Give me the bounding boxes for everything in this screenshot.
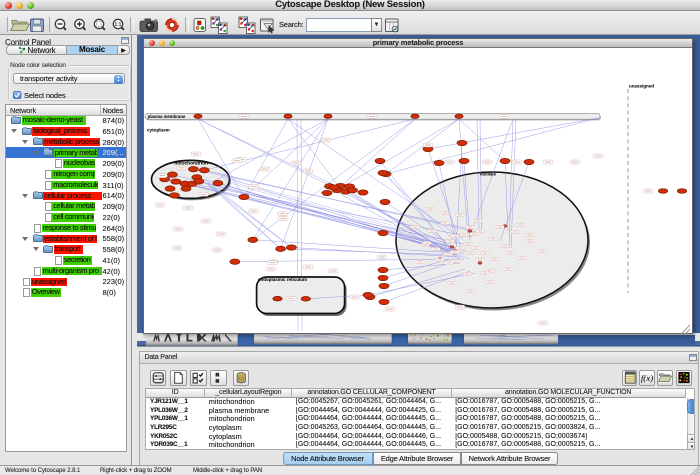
svg-text:nucleus: nucleus	[480, 172, 496, 177]
svg-text:cytoplasm: cytoplasm	[147, 128, 170, 133]
svg-text:unassigned: unassigned	[629, 84, 654, 89]
svg-text:1:1: 1:1	[115, 22, 122, 28]
svg-text:mitochondrion: mitochondrion	[174, 160, 208, 166]
svg-text:endoplasmic reticulum: endoplasmic reticulum	[258, 277, 307, 282]
svg-text:f(x): f(x)	[641, 373, 653, 383]
svg-text:plasma membrane: plasma membrane	[148, 114, 186, 119]
